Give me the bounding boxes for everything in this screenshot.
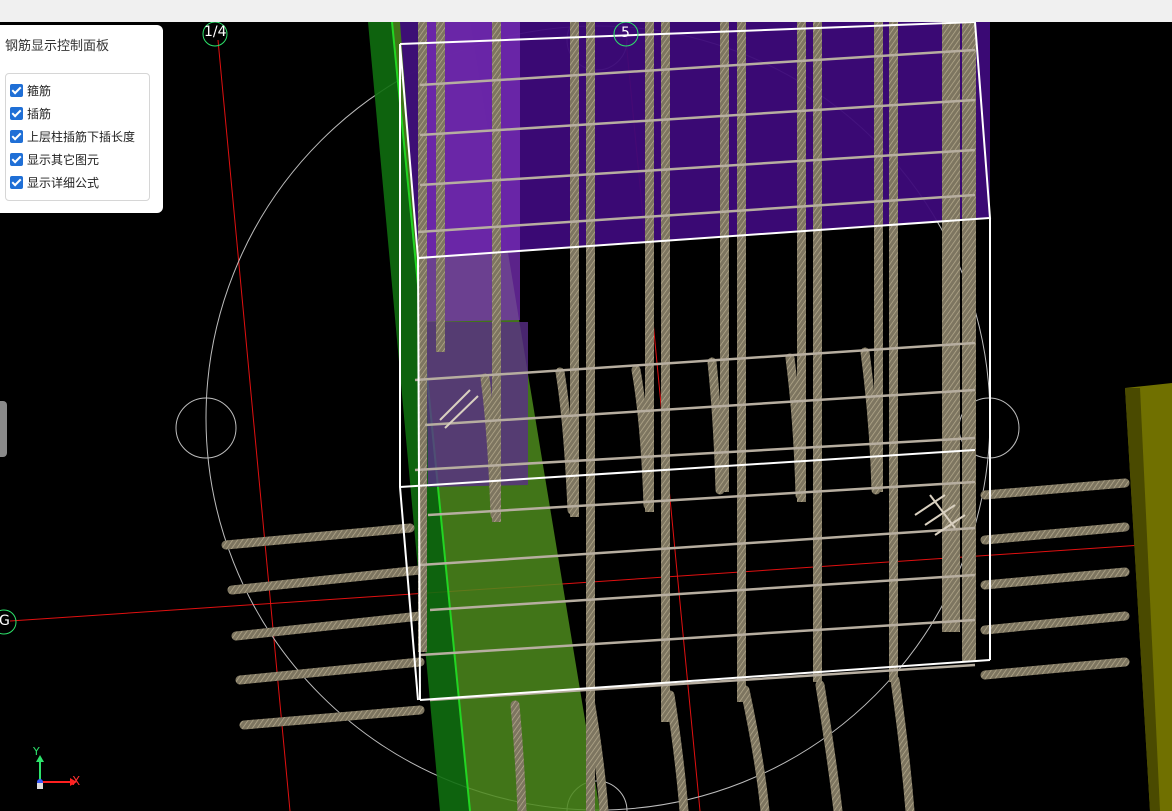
option-upper-column-dowel-length-label: 上层柱插筋下插长度	[27, 129, 136, 144]
option-dowels[interactable]: 插筋	[10, 104, 51, 122]
checkbox-upper-column-dowel-length[interactable]	[10, 129, 23, 143]
option-dowels-label: 插筋	[27, 106, 52, 121]
option-show-detailed-formula-label: 显示详细公式	[27, 175, 100, 190]
checkbox-stirrups[interactable]	[10, 83, 23, 97]
axis-x-label: X	[72, 774, 81, 788]
checkbox-dowels[interactable]	[10, 106, 23, 120]
panel-title: 钢筋显示控制面板	[5, 39, 110, 54]
top-toolbar-strip	[0, 0, 1172, 22]
option-show-other-elements-label: 显示其它图元	[27, 152, 100, 167]
axis-y-label: Y	[33, 745, 40, 758]
scene-canvas	[0, 22, 1172, 811]
right-horizontal-bars	[980, 478, 1130, 680]
option-stirrups[interactable]: 箍筋	[10, 81, 51, 99]
rebar-display-control-panel: 钢筋显示控制面板 箍筋 插筋 上层柱插筋下插长度 显示其它图元 显示详细公式	[0, 25, 163, 213]
grid-line-1-4	[217, 39, 291, 811]
grid-label-1-4: 1/4	[204, 24, 227, 40]
option-show-detailed-formula[interactable]: 显示详细公式	[10, 173, 99, 191]
option-show-other-elements[interactable]: 显示其它图元	[10, 150, 99, 168]
left-horizontal-bars	[221, 523, 425, 730]
grid-label-g: G	[0, 613, 10, 629]
3d-viewport[interactable]: 1/4 5 G	[0, 22, 1172, 811]
option-stirrups-label: 箍筋	[27, 83, 52, 98]
checkbox-show-other-elements[interactable]	[10, 152, 23, 166]
checkbox-show-detailed-formula[interactable]	[10, 175, 23, 189]
side-collapse-handle[interactable]	[0, 401, 7, 457]
option-upper-column-dowel-length[interactable]: 上层柱插筋下插长度	[10, 127, 135, 145]
grid-label-5: 5	[621, 25, 630, 41]
